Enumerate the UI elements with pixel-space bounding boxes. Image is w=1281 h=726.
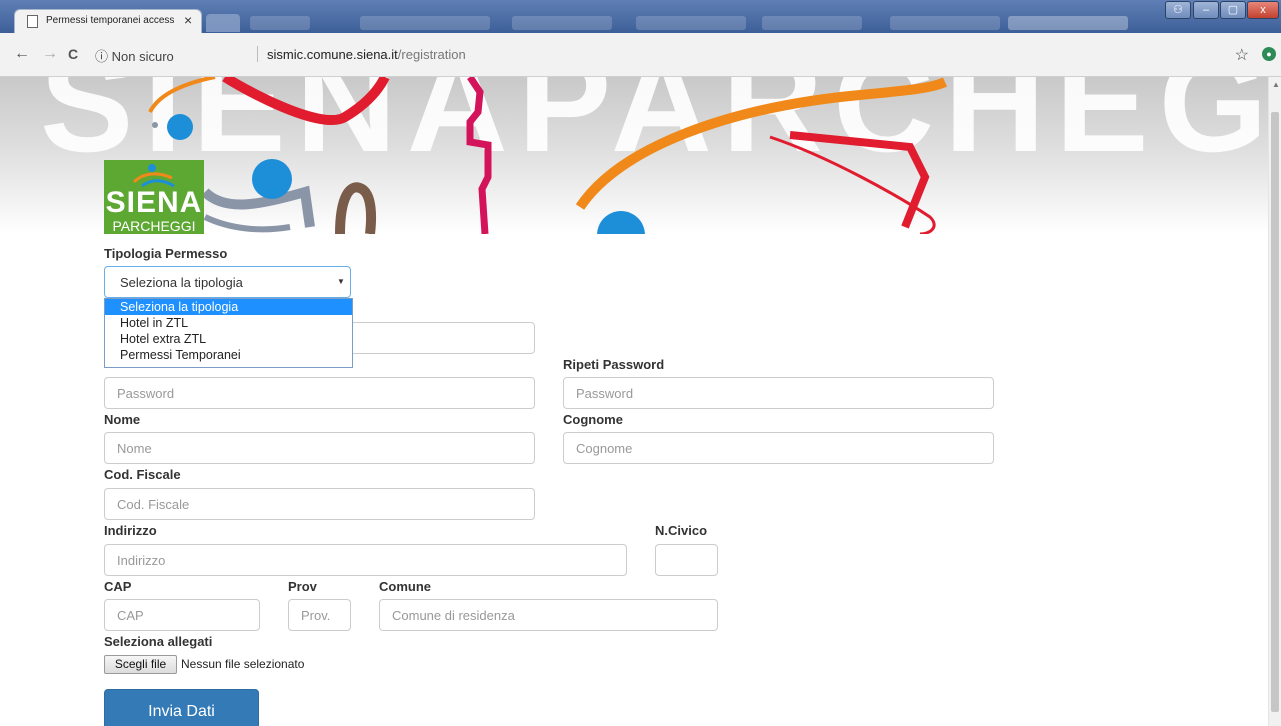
repeat-password-field[interactable]	[563, 377, 994, 409]
dropdown-option[interactable]: Hotel extra ZTL	[105, 331, 352, 347]
cognome-field[interactable]	[563, 432, 994, 464]
background-tab[interactable]	[1008, 16, 1128, 30]
tipologia-select[interactable]: Seleziona la tipologia ▼	[104, 266, 351, 298]
civico-label: N.Civico	[655, 523, 708, 538]
omnibox-divider	[257, 46, 258, 62]
url-host: sismic.comune.siena.it	[267, 47, 398, 62]
new-tab-button[interactable]	[206, 14, 240, 32]
extension-icon[interactable]: ●	[1262, 47, 1276, 61]
comune-label: Comune	[379, 579, 431, 594]
cognome-label: Cognome	[563, 412, 623, 427]
allegati-label: Seleziona allegati	[104, 634, 213, 649]
prov-field[interactable]	[288, 599, 351, 631]
tipologia-selected-value: Seleziona la tipologia	[120, 275, 243, 290]
page-icon	[27, 15, 38, 28]
scroll-up-icon[interactable]: ▲	[1272, 80, 1280, 89]
logo-title: SIENA	[105, 186, 203, 219]
siena-parcheggi-logo: SIENA PARCHEGGI	[104, 160, 204, 234]
background-tab[interactable]	[250, 16, 310, 30]
indirizzo-label: Indirizzo	[104, 523, 157, 538]
password-field[interactable]	[104, 377, 535, 409]
background-tab[interactable]	[636, 16, 746, 30]
choose-file-button[interactable]: Scegli file	[104, 655, 177, 674]
page-scrollbar[interactable]: ▲	[1268, 77, 1281, 726]
background-tab[interactable]	[890, 16, 1000, 30]
background-tab[interactable]	[360, 16, 490, 30]
cap-label: CAP	[104, 579, 132, 594]
tab-title: Permessi temporanei accesso	[46, 15, 174, 26]
back-button[interactable]: ←	[14, 45, 30, 63]
dropdown-option[interactable]: Hotel in ZTL	[105, 315, 352, 331]
nome-field[interactable]	[104, 432, 535, 464]
tipologia-label: Tipologia Permesso	[104, 246, 228, 261]
cod-fiscale-label: Cod. Fiscale	[104, 467, 181, 482]
maximize-button[interactable]: ▢	[1220, 1, 1246, 19]
background-tab[interactable]	[512, 16, 612, 30]
close-tab-icon[interactable]: ×	[184, 12, 192, 28]
close-window-button[interactable]: x	[1247, 1, 1279, 19]
cap-field[interactable]	[104, 599, 260, 631]
minimize-button[interactable]: –	[1193, 1, 1219, 19]
civico-field[interactable]	[655, 544, 718, 576]
cod-fiscale-field[interactable]	[104, 488, 535, 520]
header-banner: SIENAPARCHEGGI S SIENA PARCHEGGI	[0, 77, 1268, 234]
chevron-down-icon: ▼	[337, 277, 345, 286]
scrollbar-thumb[interactable]	[1271, 112, 1279, 712]
comune-field[interactable]	[379, 599, 718, 631]
address-bar: ← → C ⓘ Non sicuro sismic.comune.siena.i…	[0, 33, 1281, 77]
file-status-text: Nessun file selezionato	[181, 657, 305, 671]
forward-button[interactable]: →	[42, 45, 58, 63]
reload-button[interactable]: C	[68, 46, 78, 62]
nome-label: Nome	[104, 412, 141, 427]
logo-subtitle: PARCHEGGI	[112, 218, 196, 234]
window-titlebar: Permessi temporanei accesso × ⚇ – ▢ x	[0, 0, 1281, 33]
url-text: sismic.comune.siena.it/registration	[267, 47, 466, 62]
submit-button[interactable]: Invia Dati	[104, 689, 259, 726]
dropdown-option[interactable]: Seleziona la tipologia	[105, 299, 352, 315]
url-field[interactable]: ⓘ Non sicuro sismic.comune.siena.it/regi…	[91, 44, 1251, 66]
indirizzo-field[interactable]	[104, 544, 627, 576]
security-indicator[interactable]: ⓘ Non sicuro	[95, 46, 174, 65]
dropdown-option[interactable]: Permessi Temporanei	[105, 347, 352, 363]
prov-label: Prov	[288, 579, 317, 594]
page-viewport: SIENAPARCHEGGI S SIENA PARCHEGGI	[0, 77, 1281, 726]
repeat-password-label: Ripeti Password	[563, 357, 665, 372]
background-tab[interactable]	[762, 16, 862, 30]
bookmark-star-icon[interactable]: ☆	[1235, 45, 1249, 65]
tipologia-dropdown-list: Seleziona la tipologia Hotel in ZTL Hote…	[104, 298, 353, 368]
user-icon[interactable]: ⚇	[1165, 1, 1191, 19]
url-path: /registration	[397, 47, 466, 62]
active-tab[interactable]: Permessi temporanei accesso ×	[14, 9, 202, 33]
